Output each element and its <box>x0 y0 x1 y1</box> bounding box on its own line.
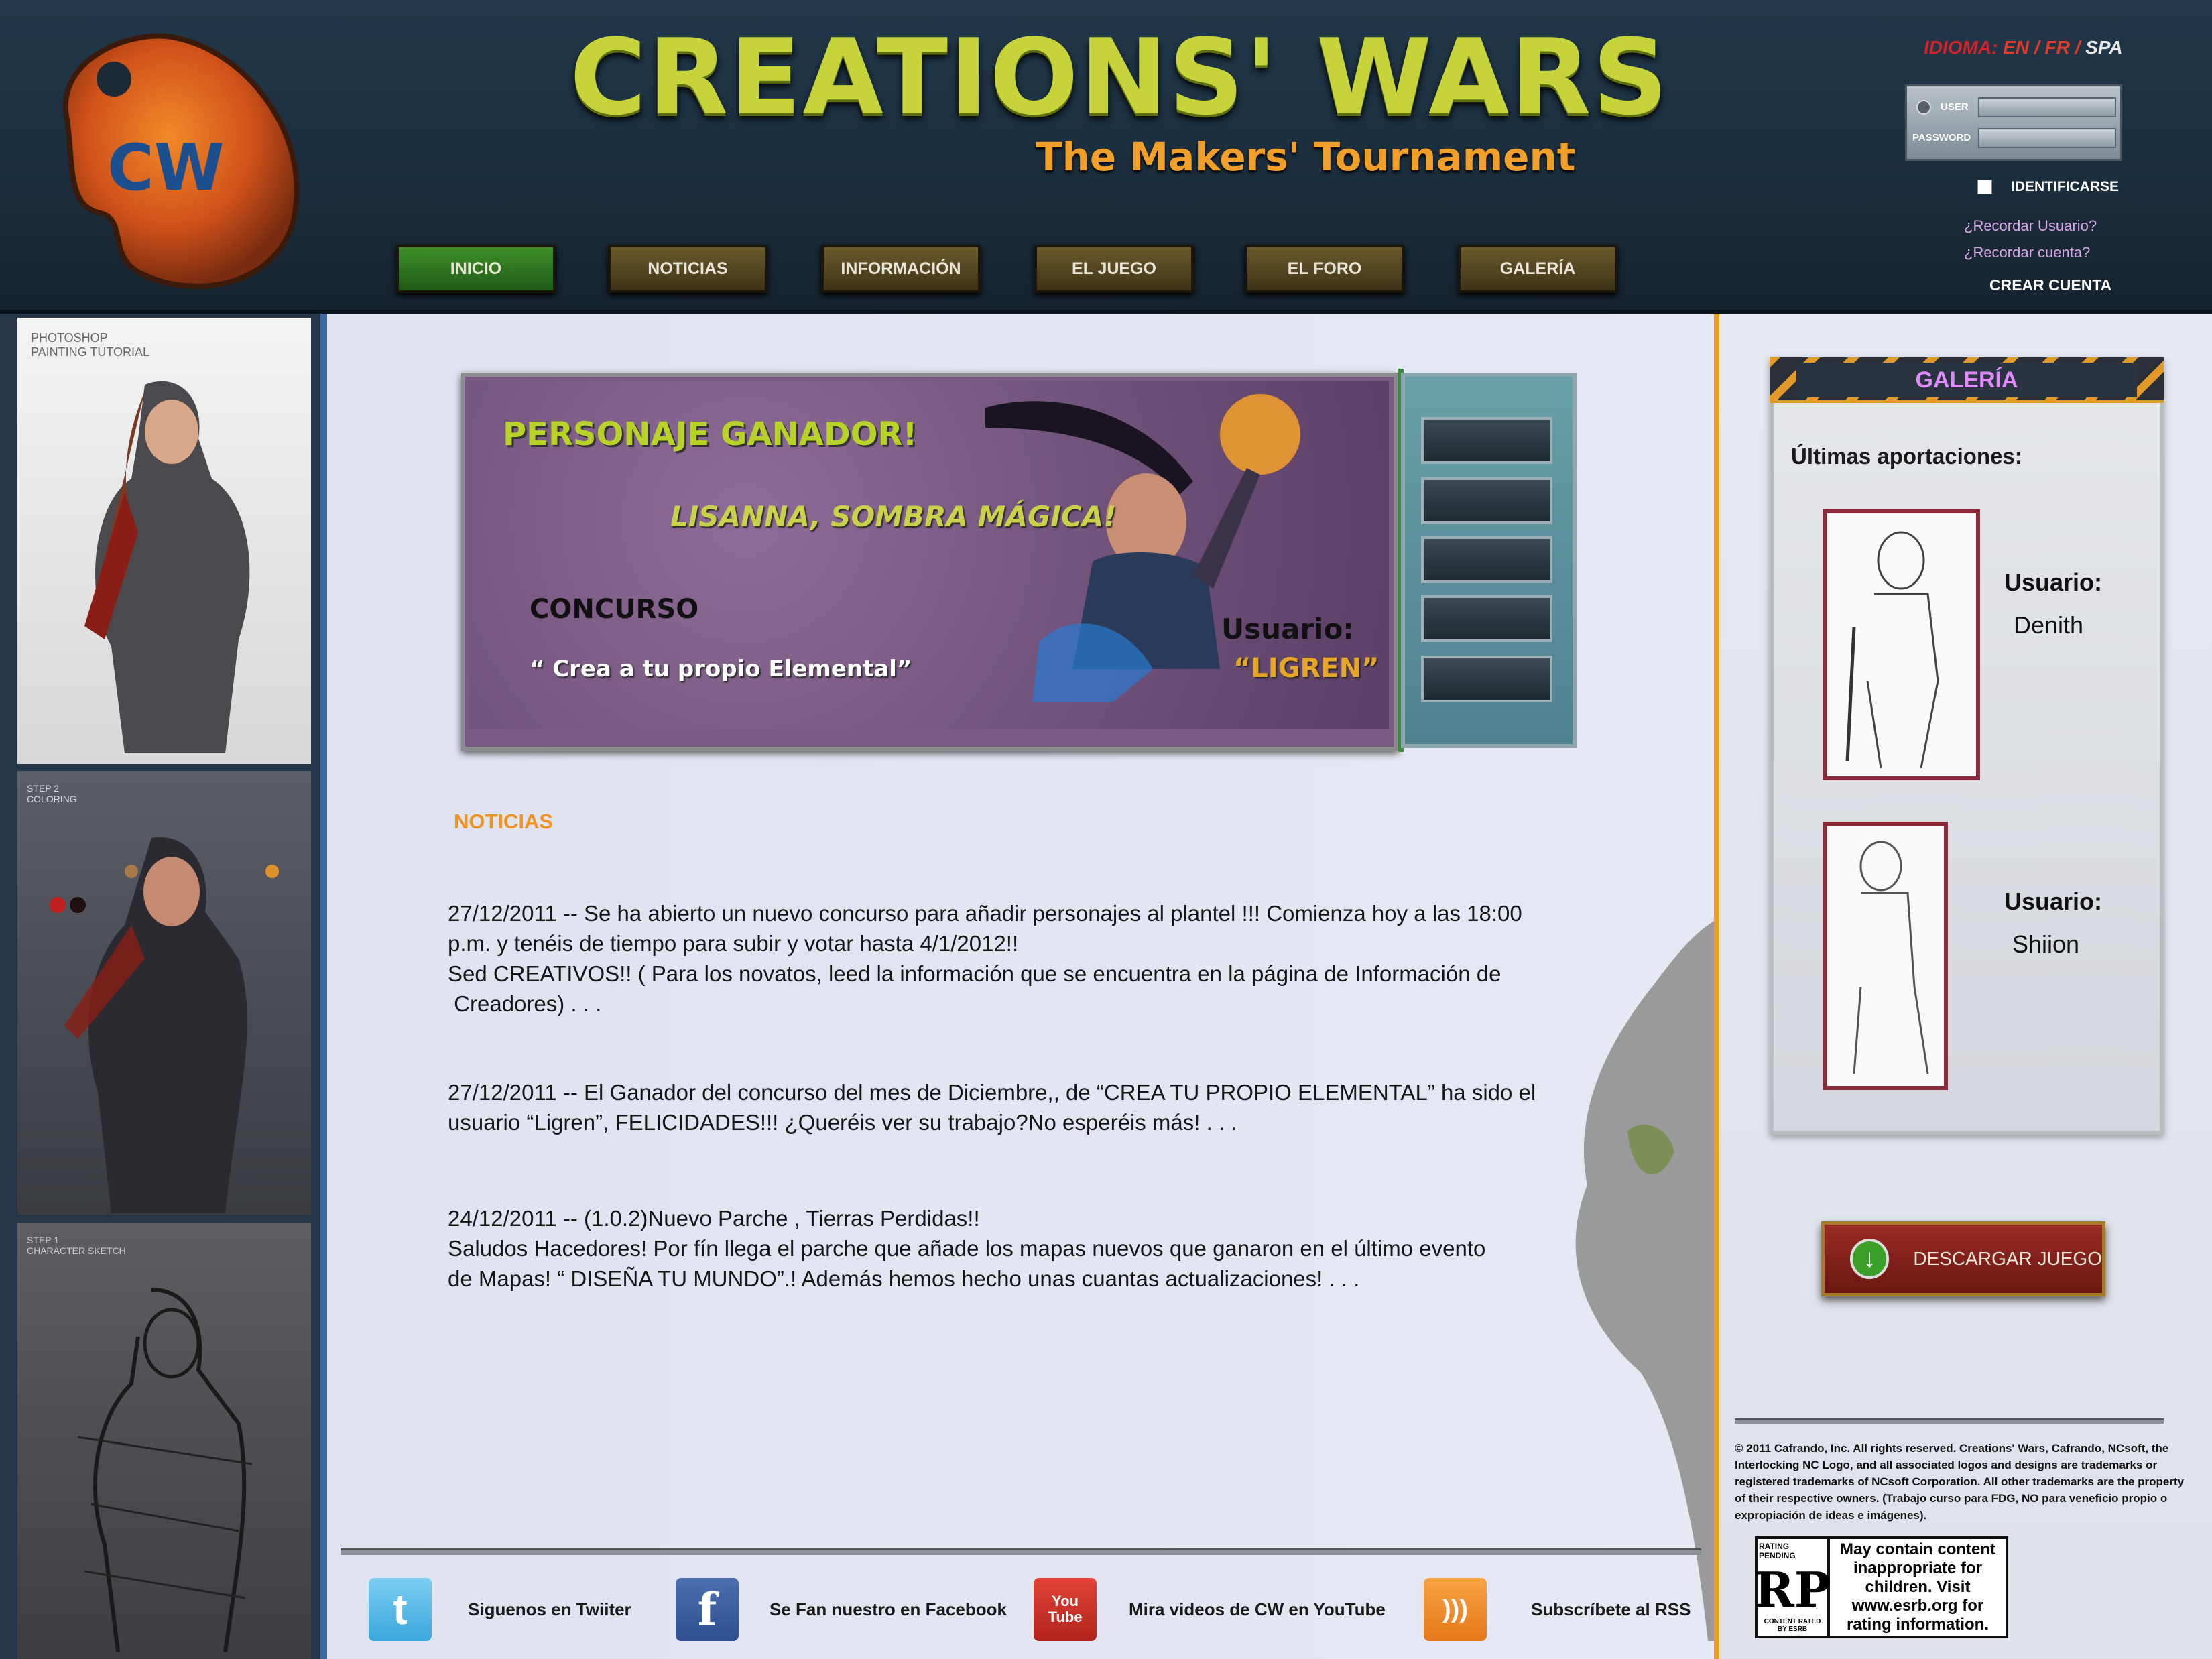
user-label: USER <box>1941 101 1969 113</box>
banner-thumb-4[interactable] <box>1421 595 1552 642</box>
banner-contest-name: “ Crea a tu propio Elemental” <box>530 656 912 682</box>
banner-thumb-1[interactable] <box>1421 417 1552 464</box>
twitter-icon[interactable]: t <box>369 1578 432 1641</box>
gallery-header: GALERÍA <box>1770 357 2164 403</box>
gallery-subtitle: Últimas aportaciones: <box>1791 444 2022 469</box>
youtube-icon[interactable]: You Tube <box>1034 1578 1097 1641</box>
copyright-text: © 2011 Cafrando, Inc. All rights reserve… <box>1735 1442 2185 1522</box>
nav-galeria[interactable]: GALERÍA <box>1458 245 1617 293</box>
logo-text: CW <box>107 131 225 205</box>
lang-sep: / <box>2034 37 2040 58</box>
nav-el-foro[interactable]: EL FORO <box>1245 245 1404 293</box>
lang-fr[interactable]: FR <box>2044 37 2069 58</box>
download-icon: ↓ <box>1850 1239 1890 1279</box>
banner-character-name: LISANNA, SOMBRA MÁGICA! <box>670 500 1117 533</box>
news-line: 27/12/2011 -- Se ha abierto un nuevo con… <box>448 901 1522 926</box>
esrb-rating-box: RATING PENDING RP CONTENT RATED BY ESRB … <box>1754 1536 2008 1638</box>
news-heading: NOTICIAS <box>454 810 554 833</box>
tutorial-image-2: STEP 2 COLORING <box>17 771 311 1215</box>
site-subtitle: The Makers' Tournament <box>1036 134 1576 180</box>
banner-thumb-3[interactable] <box>1421 536 1552 583</box>
news-line: de Mapas! “ DISEÑA TU MUNDO”.! Además he… <box>448 1266 1360 1291</box>
nav-informacion[interactable]: INFORMACIÓN <box>821 245 981 293</box>
create-account-link[interactable]: CREAR CUENTA <box>1989 276 2111 294</box>
gallery-user-label: Usuario: <box>2004 887 2103 915</box>
news-item[interactable]: 24/12/2011 -- (1.0.2)Nuevo Parche , Tier… <box>448 1203 1567 1294</box>
site-title: CREATIONS' WARS <box>570 16 1670 138</box>
gallery-user-name[interactable]: Shiion <box>2012 930 2079 959</box>
language-label: IDIOMA: <box>1924 37 1998 58</box>
tutorial-caption-2: STEP 2 COLORING <box>27 783 77 804</box>
twitter-link[interactable]: Siguenos en Twiiter <box>468 1599 631 1620</box>
recover-account-link[interactable]: ¿Recordar cuenta? <box>1964 244 2090 261</box>
esrb-top: RATING PENDING <box>1759 1542 1796 1560</box>
recover-user-link[interactable]: ¿Recordar Usuario? <box>1964 217 2097 235</box>
footer-divider <box>341 1548 1701 1555</box>
banner-thumb-5[interactable] <box>1421 656 1552 702</box>
cw-logo[interactable]: CW <box>27 19 315 300</box>
identify-checkbox[interactable] <box>1977 180 1992 194</box>
youtube-link[interactable]: Mira videos de CW en YouTube <box>1129 1599 1386 1620</box>
download-button[interactable]: ↓ DESCARGAR JUEGO <box>1821 1221 2105 1296</box>
rss-link[interactable]: Subscríbete al RSS <box>1531 1599 1691 1620</box>
tutorial-image-1: PHOTOSHOP PAINTING TUTORIAL <box>17 318 311 764</box>
banner-contest-label: CONCURSO <box>530 594 699 625</box>
facebook-link[interactable]: Se Fan nuestro en Facebook <box>770 1599 1007 1620</box>
language-selector: IDIOMA: EN / FR / SPA <box>1924 37 2178 64</box>
background-splash-art <box>1575 917 1721 1641</box>
column-divider <box>1714 314 1719 1659</box>
tutorial-caption-3: STEP 1 CHARACTER SKETCH <box>27 1235 126 1256</box>
lang-en[interactable]: EN <box>2003 37 2029 58</box>
winner-banner-image[interactable]: PERSONAJE GANADOR! LISANNA, SOMBRA MÁGIC… <box>469 381 1389 729</box>
news-line: 24/12/2011 -- (1.0.2)Nuevo Parche , Tier… <box>448 1206 980 1231</box>
lang-spa[interactable]: SPA <box>2085 37 2123 58</box>
identify-label[interactable]: IDENTIFICARSE <box>2011 179 2119 195</box>
gallery-item-2[interactable] <box>1823 822 1948 1090</box>
login-box: USER PASSWORD <box>1905 84 2122 161</box>
nav-noticias[interactable]: NOTICIAS <box>608 245 767 293</box>
gallery-user-label: Usuario: <box>2004 568 2103 596</box>
rss-icon[interactable]: ))) <box>1424 1578 1487 1641</box>
sidebar-divider <box>1735 1418 2164 1424</box>
banner-user-name: “LIGREN” <box>1233 653 1379 684</box>
download-label: DESCARGAR JUEGO <box>1913 1248 2102 1269</box>
tutorial-caption-1: PHOTOSHOP PAINTING TUTORIAL <box>31 331 150 359</box>
news-item[interactable]: 27/12/2011 -- Se ha abierto un nuevo con… <box>448 898 1567 1019</box>
gallery-sketch-2 <box>1853 841 1929 1074</box>
user-icon <box>1916 100 1931 115</box>
gallery-sketch-1 <box>1845 531 1939 769</box>
lang-sep: / <box>2075 37 2081 58</box>
gallery-user-name[interactable]: Denith <box>2014 611 2083 639</box>
news-line: usuario “Ligren”, FELICIDADES!!! ¿Queréi… <box>448 1110 1237 1135</box>
nav-el-juego[interactable]: EL JUEGO <box>1034 245 1194 293</box>
banner-thumb-2[interactable] <box>1421 477 1552 524</box>
banner-heading: PERSONAJE GANADOR! <box>503 416 918 453</box>
esrb-text: May contain content inappropriate for ch… <box>1839 1540 1996 1634</box>
gallery-item-1[interactable] <box>1823 509 1980 780</box>
esrb-logo: RATING PENDING RP CONTENT RATED BY ESRB <box>1754 1539 1831 1636</box>
user-input[interactable] <box>1978 97 2116 117</box>
banner-user-label: Usuario: <box>1221 613 1355 646</box>
news-line: Creadores) . . . <box>448 991 602 1016</box>
news-line: Sed CREATIVOS!! ( Para los novatos, leed… <box>448 961 1501 986</box>
news-line: 27/12/2011 -- El Ganador del concurso de… <box>448 1080 1536 1105</box>
nav-inicio[interactable]: INICIO <box>396 245 556 293</box>
identify-row: IDENTIFICARSE <box>1977 177 2165 197</box>
password-input[interactable] <box>1978 128 2116 148</box>
esrb-bottom: CONTENT RATED BY ESRB <box>1764 1618 1821 1633</box>
tutorial-image-3: STEP 1 CHARACTER SKETCH <box>17 1223 311 1659</box>
password-label: PASSWORD <box>1912 132 1971 143</box>
news-line: p.m. y tenéis de tiempo para subir y vot… <box>448 931 1019 956</box>
facebook-icon[interactable]: f <box>676 1578 739 1641</box>
news-item[interactable]: 27/12/2011 -- El Ganador del concurso de… <box>448 1077 1567 1138</box>
gallery-title[interactable]: GALERÍA <box>1796 363 2137 397</box>
esrb-rp: RP <box>1754 1560 1831 1618</box>
news-line: Saludos Hacedores! Por fín llega el parc… <box>448 1236 1486 1261</box>
